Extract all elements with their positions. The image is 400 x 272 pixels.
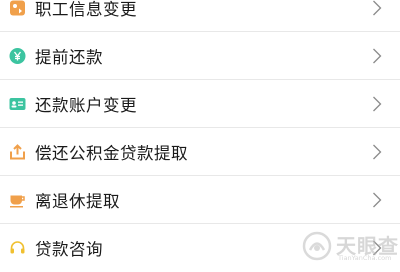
menu-item-retirement-withdrawal[interactable]: 离退休提取 — [0, 176, 400, 224]
menu-item-label: 离退休提取 — [35, 192, 120, 211]
menu-item-label: 职工信息变更 — [35, 0, 137, 19]
chevron-right-icon — [373, 0, 382, 16]
id-card-icon — [9, 96, 26, 113]
chevron-right-icon — [373, 48, 382, 64]
cup-icon — [9, 192, 26, 209]
tianyancha-watermark: 天眼查 TianYanCha.com — [302, 230, 398, 264]
yuan-circle-icon — [9, 48, 26, 65]
menu-item-label: 提前还款 — [35, 48, 103, 67]
export-tray-icon — [9, 144, 26, 161]
watermark-domain: TianYanCha.com — [338, 254, 392, 262]
menu-item-employee-info-change[interactable]: 职工信息变更 — [0, 0, 400, 32]
tianyancha-logo-icon — [302, 231, 332, 261]
chevron-right-icon — [373, 144, 382, 160]
chevron-right-icon — [373, 192, 382, 208]
menu-item-provident-fund-loan-withdrawal[interactable]: 偿还公积金贷款提取 — [0, 128, 400, 176]
menu-item-early-repayment[interactable]: 提前还款 — [0, 32, 400, 80]
menu-item-repayment-account-change[interactable]: 还款账户变更 — [0, 80, 400, 128]
menu-item-label: 偿还公积金贷款提取 — [35, 144, 188, 163]
menu-item-label: 贷款咨询 — [35, 240, 103, 259]
chevron-right-icon — [373, 96, 382, 112]
headset-icon — [9, 240, 26, 257]
people-swap-icon — [9, 0, 26, 17]
menu-item-label: 还款账户变更 — [35, 96, 137, 115]
